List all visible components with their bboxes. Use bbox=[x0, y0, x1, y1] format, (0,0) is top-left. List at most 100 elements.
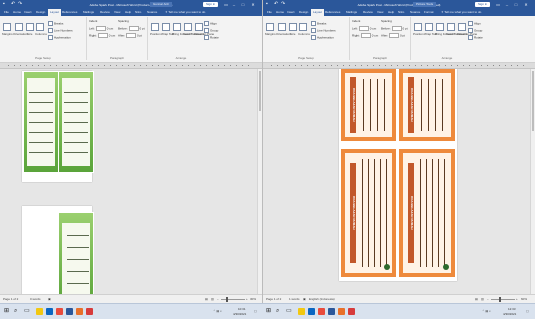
close-icon[interactable]: ✕ bbox=[523, 1, 529, 8]
indent-right-input[interactable] bbox=[360, 33, 371, 38]
ribbon-display-icon[interactable]: ▭ bbox=[223, 1, 229, 8]
scrollbar-thumb[interactable] bbox=[259, 71, 261, 111]
tab-help[interactable]: Help bbox=[125, 9, 131, 16]
tab-nitro[interactable]: Nitro bbox=[398, 9, 404, 16]
tab-layout[interactable]: Layout bbox=[311, 9, 325, 16]
scrollbar-thumb[interactable] bbox=[532, 71, 534, 131]
zoom-in-icon[interactable]: + bbox=[516, 297, 518, 302]
tab-design[interactable]: Design bbox=[299, 9, 308, 16]
document-canvas[interactable]: DOA BELAJAR RUMAH DOA BELAJAR RUMAH DOA … bbox=[263, 69, 535, 295]
minimize-icon[interactable]: – bbox=[231, 1, 237, 8]
group-button[interactable]: Group bbox=[204, 28, 218, 33]
wrap-text-button[interactable]: Wrap Text bbox=[161, 23, 174, 36]
columns-button[interactable]: Columns bbox=[35, 23, 47, 36]
spacing-after-input[interactable] bbox=[389, 33, 400, 38]
tab-view[interactable]: View bbox=[377, 9, 383, 16]
task-view-icon[interactable]: ▭ bbox=[286, 307, 292, 315]
vertical-scrollbar[interactable] bbox=[530, 69, 535, 295]
word-icon[interactable] bbox=[328, 308, 335, 315]
app-icon-orange[interactable] bbox=[76, 308, 83, 315]
hyphenation-button[interactable]: Hyphenation bbox=[311, 35, 334, 40]
tell-me-search[interactable]: ✦ Tell me what you want to do bbox=[165, 9, 205, 16]
sign-in-button[interactable]: Sign in bbox=[475, 2, 491, 7]
minimize-icon[interactable]: – bbox=[504, 1, 510, 8]
tray-icons[interactable]: ⌃ ▤ ◖ bbox=[482, 309, 491, 313]
spacing-before-input[interactable] bbox=[128, 26, 139, 31]
zoom-slider-knob[interactable] bbox=[226, 297, 228, 302]
ribbon-display-icon[interactable]: ▭ bbox=[495, 1, 501, 8]
rotate-button[interactable]: Rotate bbox=[204, 35, 219, 40]
tab-home[interactable]: Home bbox=[276, 9, 284, 16]
proofing-icon[interactable]: ▣ bbox=[303, 297, 306, 302]
page-count[interactable]: Page 1 of 2 bbox=[266, 297, 281, 302]
proofing-icon[interactable]: ▣ bbox=[48, 297, 51, 302]
tab-layout[interactable]: Layout bbox=[48, 9, 62, 16]
selection-pane-button[interactable]: Selection Pane bbox=[457, 23, 477, 36]
orange-card-4[interactable]: DOA BELAJAR RUMAH bbox=[399, 149, 455, 277]
size-button[interactable]: Size bbox=[289, 23, 297, 36]
tray-icons[interactable]: ⌃ ▤ ◖ bbox=[213, 309, 222, 313]
spacing-after-input[interactable] bbox=[126, 33, 137, 38]
word-count[interactable]: 0 words bbox=[30, 297, 41, 302]
tab-insert[interactable]: Insert bbox=[287, 9, 295, 16]
tab-mailings[interactable]: Mailings bbox=[346, 9, 357, 16]
print-layout-icon[interactable]: ▥ bbox=[211, 297, 214, 302]
app-icon-orange[interactable] bbox=[338, 308, 345, 315]
tab-review[interactable]: Review bbox=[100, 9, 110, 16]
tab-nuance[interactable]: Nuance bbox=[147, 9, 157, 16]
undo-icon[interactable]: ↶ bbox=[11, 1, 15, 8]
indent-right-input[interactable] bbox=[97, 33, 108, 38]
tab-design[interactable]: Design bbox=[36, 9, 45, 16]
align-button[interactable]: Align bbox=[468, 21, 481, 26]
hyphenation-button[interactable]: Hyphenation bbox=[48, 35, 71, 40]
tab-review[interactable]: Review bbox=[363, 9, 373, 16]
app-icon-red[interactable] bbox=[56, 308, 63, 315]
indent-left-input[interactable] bbox=[358, 26, 369, 31]
group-button[interactable]: Group bbox=[468, 28, 482, 33]
columns-button[interactable]: Columns bbox=[298, 23, 310, 36]
start-icon[interactable]: ⊞ bbox=[266, 307, 271, 315]
zoom-level[interactable]: 30% bbox=[250, 297, 256, 302]
sign-in-button[interactable]: Sign in bbox=[203, 2, 219, 7]
search-icon[interactable]: ⌕ bbox=[14, 307, 17, 315]
vertical-scrollbar[interactable] bbox=[257, 69, 262, 295]
orange-card-2[interactable]: DOA BELAJAR RUMAH bbox=[399, 69, 455, 141]
indent-left-input[interactable] bbox=[95, 26, 106, 31]
spacing-before-input[interactable] bbox=[391, 26, 402, 31]
send-backward-button[interactable]: Send Backward bbox=[446, 23, 467, 36]
language-indicator[interactable]: English (Indonesia) bbox=[309, 297, 335, 302]
start-icon[interactable]: ⊞ bbox=[4, 307, 9, 315]
zoom-slider-knob[interactable] bbox=[499, 297, 501, 302]
zoom-level[interactable]: 60% bbox=[521, 297, 527, 302]
word-icon[interactable] bbox=[66, 308, 73, 315]
size-button[interactable]: Size bbox=[26, 23, 34, 36]
clock-time[interactable]: 12:33 bbox=[508, 307, 516, 311]
margins-button[interactable]: Margins bbox=[265, 23, 276, 36]
orientation-button[interactable]: Orientation bbox=[276, 23, 291, 36]
tab-file[interactable]: File bbox=[267, 9, 272, 16]
selection-pane-button[interactable]: Selection Pane bbox=[194, 23, 214, 36]
green-card-1[interactable] bbox=[23, 71, 59, 173]
file-explorer-icon[interactable] bbox=[298, 308, 305, 315]
page-count[interactable]: Page 1 of 2 bbox=[3, 297, 18, 302]
tab-nitro[interactable]: Nitro bbox=[135, 9, 141, 16]
line-numbers-button[interactable]: Line Numbers bbox=[311, 28, 336, 33]
tab-home[interactable]: Home bbox=[13, 9, 21, 16]
zoom-out-icon[interactable]: − bbox=[487, 297, 489, 302]
breaks-button[interactable]: Breaks bbox=[311, 21, 326, 26]
redo-icon[interactable]: ↷ bbox=[18, 1, 22, 8]
read-mode-icon[interactable]: ▤ bbox=[205, 297, 208, 302]
app-icon-red-2[interactable] bbox=[348, 308, 355, 315]
send-backward-button[interactable]: Send Backward bbox=[183, 23, 204, 36]
align-button[interactable]: Align bbox=[204, 21, 217, 26]
maximize-icon[interactable]: □ bbox=[240, 1, 246, 8]
save-icon[interactable]: ▪ bbox=[266, 1, 268, 8]
green-card-3[interactable] bbox=[58, 212, 94, 295]
read-mode-icon[interactable]: ▤ bbox=[475, 297, 478, 302]
word-count[interactable]: 1 words bbox=[289, 297, 300, 302]
tab-references[interactable]: References bbox=[325, 9, 340, 16]
clock-time[interactable]: 10:31 bbox=[238, 307, 246, 311]
task-view-icon[interactable]: ▭ bbox=[24, 307, 30, 315]
bring-forward-button[interactable]: Bring Forward bbox=[435, 23, 454, 36]
clock-date[interactable]: 4/30/2021 bbox=[233, 312, 246, 316]
